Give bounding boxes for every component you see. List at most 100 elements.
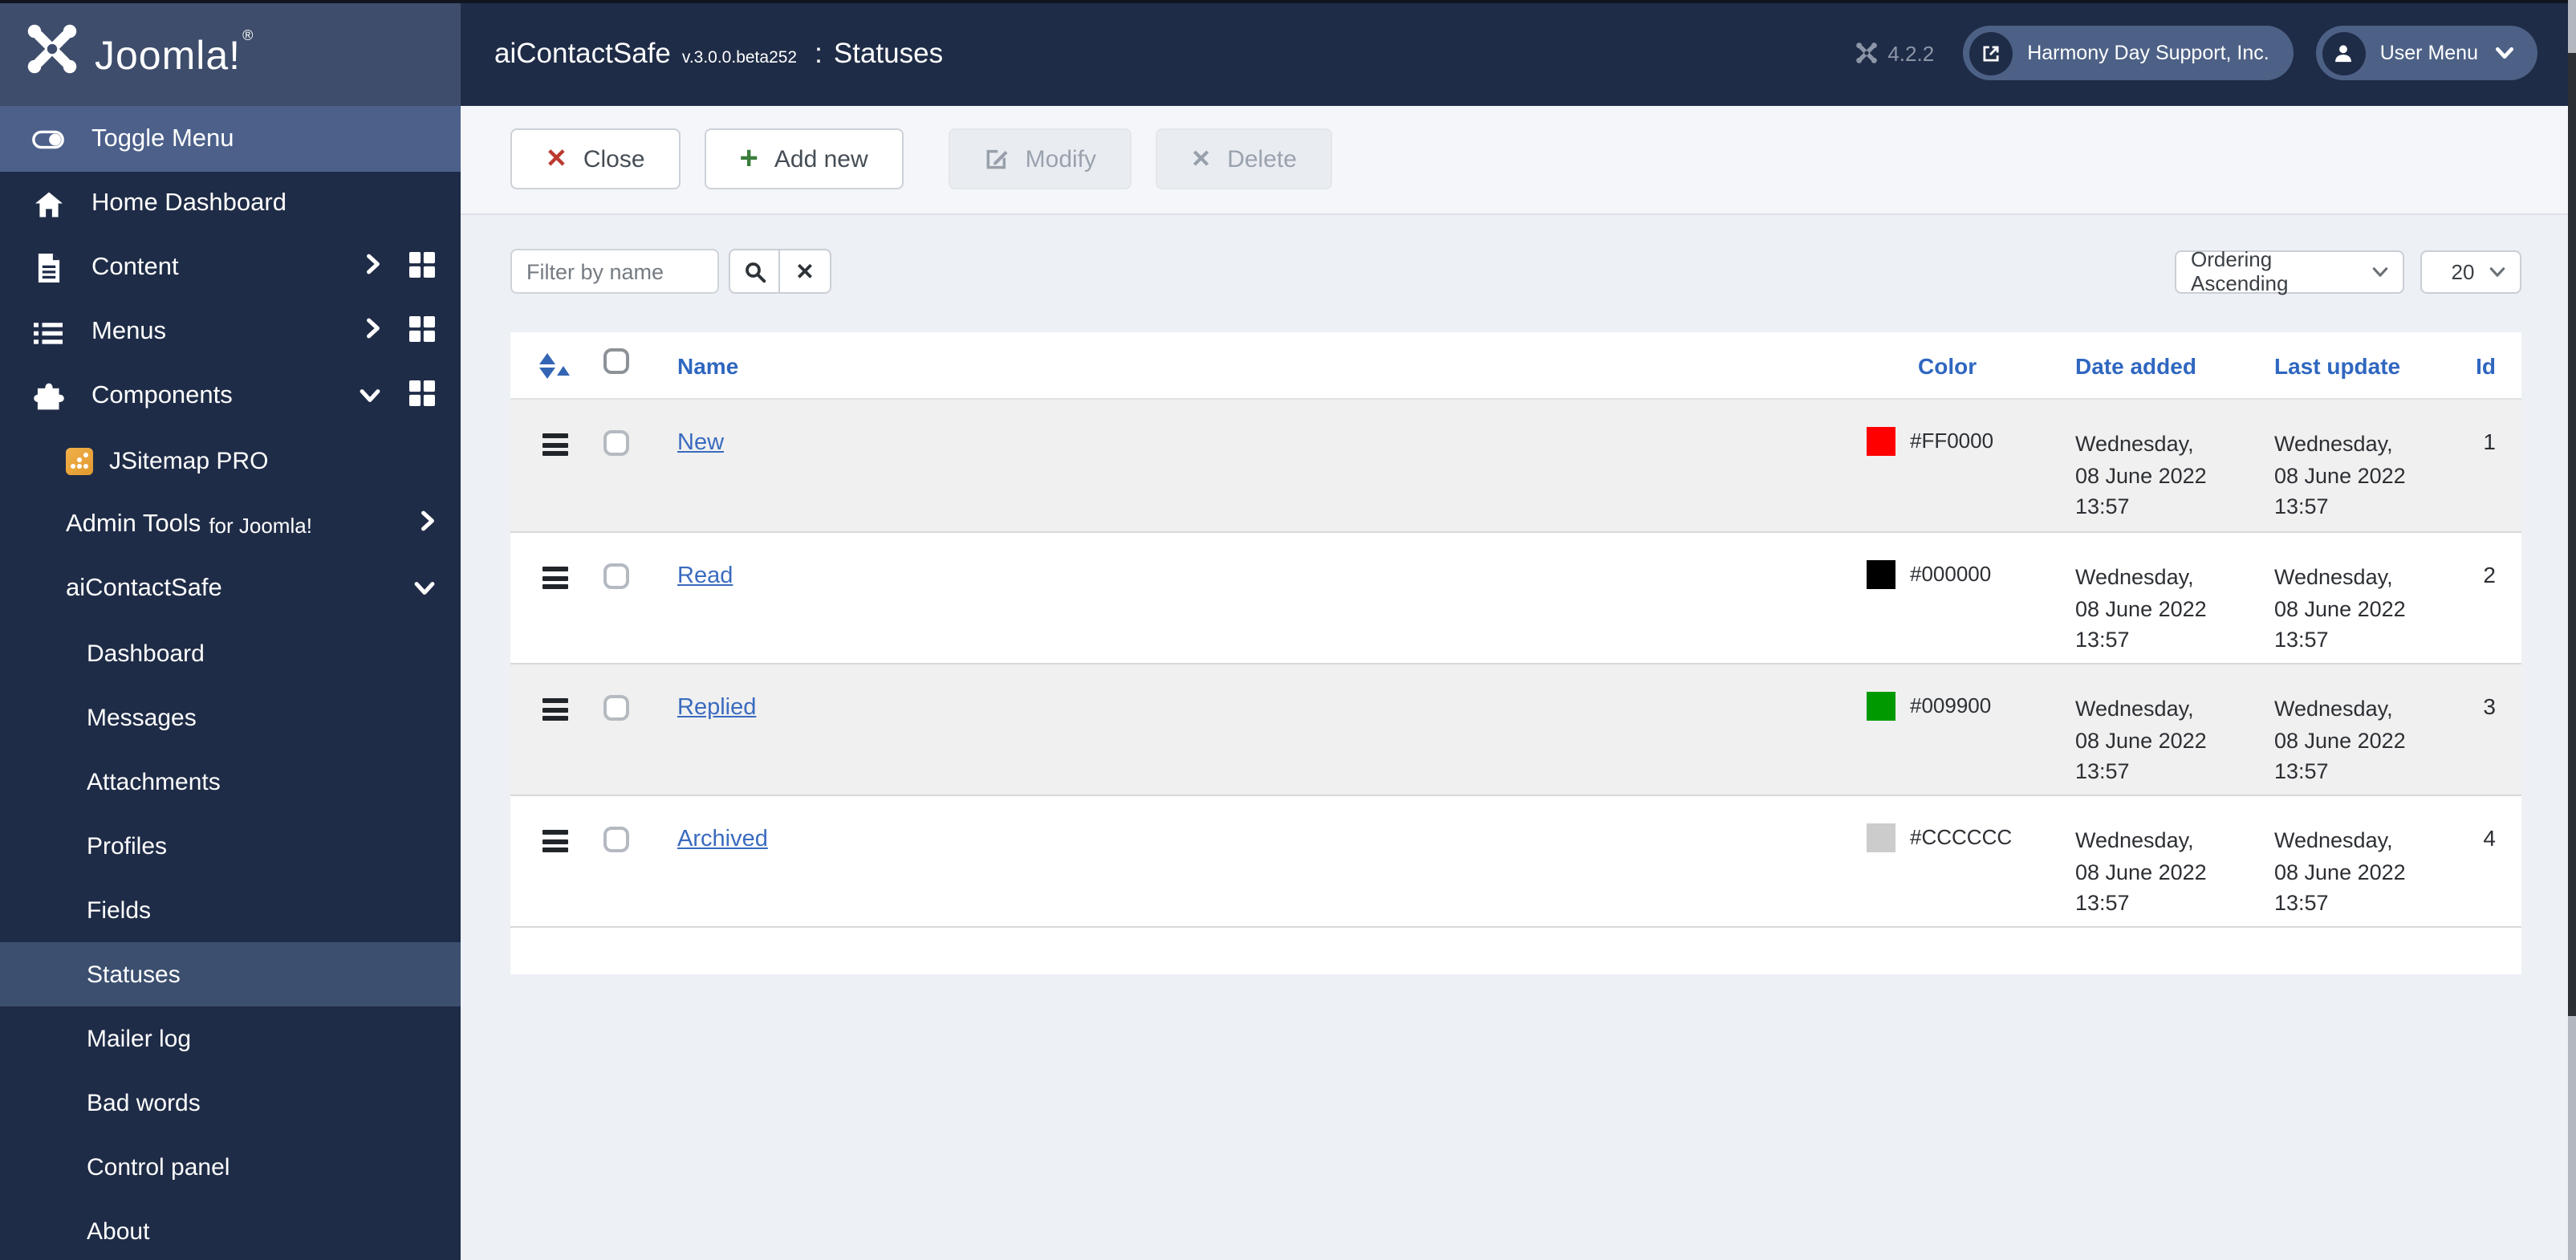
date-added-cell: Wednesday, 08 June 2022 13:57 bbox=[2075, 565, 2207, 652]
table-row: Read #000000 Wednesday, 08 June 2022 13:… bbox=[510, 531, 2521, 663]
color-swatch bbox=[1867, 823, 1895, 852]
chevron-down-icon bbox=[2372, 266, 2388, 276]
close-button[interactable]: ✕ Close bbox=[510, 128, 681, 189]
sidebar-item-content[interactable]: Content bbox=[0, 236, 461, 300]
id-cell: 2 bbox=[2483, 562, 2496, 587]
sidebar-item-aicontactsafe[interactable]: aiContactSafe bbox=[0, 557, 461, 621]
table-row: Archived #CCCCCC Wednesday, 08 June 2022… bbox=[510, 795, 2521, 926]
chevron-down-icon[interactable] bbox=[360, 382, 380, 411]
id-cell: 1 bbox=[2483, 429, 2496, 454]
puzzle-icon bbox=[32, 382, 64, 411]
column-header-id[interactable]: Id bbox=[2468, 352, 2521, 378]
color-hex: #009900 bbox=[1910, 693, 1992, 717]
drag-handle-icon[interactable] bbox=[542, 830, 568, 852]
joomla-logo-block[interactable]: Joomla! ® bbox=[0, 0, 461, 106]
column-header-date-added[interactable]: Date added bbox=[2067, 352, 2263, 378]
home-icon bbox=[32, 190, 64, 217]
row-checkbox[interactable] bbox=[603, 430, 629, 456]
select-all-checkbox[interactable] bbox=[603, 348, 629, 374]
chevron-down-icon bbox=[2489, 266, 2505, 276]
table-row: New #FF0000 Wednesday, 08 June 2022 13:5… bbox=[510, 400, 2521, 531]
edit-icon bbox=[984, 146, 1010, 172]
ordering-sort-icon[interactable] bbox=[539, 352, 575, 378]
sidebar-item-home-dashboard[interactable]: Home Dashboard bbox=[0, 172, 461, 236]
sidebar-item-fields[interactable]: Fields bbox=[0, 878, 461, 942]
table-header-row: Name Color Date added Last update Id bbox=[510, 332, 2521, 400]
clear-filter-button[interactable]: ✕ bbox=[780, 249, 831, 294]
sidebar-item-dashboard[interactable]: Dashboard bbox=[0, 621, 461, 685]
statuses-table: Name Color Date added Last update Id New… bbox=[510, 332, 2521, 974]
status-name-link[interactable]: New bbox=[677, 430, 724, 456]
last-update-cell: Wednesday, 08 June 2022 13:57 bbox=[2274, 432, 2406, 518]
delete-button[interactable]: ✕ Delete bbox=[1156, 128, 1332, 189]
color-swatch bbox=[1867, 692, 1895, 721]
sidebar-item-profiles[interactable]: Profiles bbox=[0, 814, 461, 878]
grid-icon[interactable] bbox=[409, 315, 435, 349]
color-swatch bbox=[1867, 427, 1895, 456]
sidebar-item-components[interactable]: Components bbox=[0, 364, 461, 429]
page-size-select[interactable]: 20 bbox=[2420, 250, 2521, 293]
date-added-cell: Wednesday, 08 June 2022 13:57 bbox=[2075, 697, 2207, 783]
search-icon bbox=[745, 262, 766, 282]
drag-handle-icon[interactable] bbox=[542, 567, 568, 589]
sidebar-item-attachments[interactable]: Attachments bbox=[0, 750, 461, 814]
date-added-cell: Wednesday, 08 June 2022 13:57 bbox=[2075, 828, 2207, 915]
chevron-down-icon[interactable] bbox=[414, 575, 435, 604]
toolbar: ✕ Close + Add new Modify ✕ Delete bbox=[461, 106, 2576, 215]
sidebar-item-menus[interactable]: Menus bbox=[0, 300, 461, 364]
filter-by-name-input[interactable] bbox=[510, 249, 719, 294]
modify-button[interactable]: Modify bbox=[948, 128, 1132, 189]
status-name-link[interactable]: Read bbox=[677, 563, 733, 589]
scrollbar-thumb[interactable] bbox=[2568, 53, 2576, 1016]
chevron-right-icon[interactable] bbox=[421, 510, 435, 539]
filter-bar: ✕ Ordering Ascending 20 bbox=[510, 247, 2521, 295]
chevron-right-icon[interactable] bbox=[366, 254, 380, 282]
sidebar-item-jsitemap-pro[interactable]: JSitemap PRO bbox=[0, 429, 461, 493]
site-preview-button[interactable]: Harmony Day Support, Inc. bbox=[1963, 26, 2294, 80]
sidebar-item-admin-tools[interactable]: Admin Tools for Joomla! bbox=[0, 493, 461, 557]
document-icon bbox=[32, 254, 64, 282]
add-new-button[interactable]: + Add new bbox=[704, 128, 904, 189]
row-checkbox[interactable] bbox=[603, 695, 629, 721]
joomla-admin-app: Joomla! ® Toggle Menu Home Dashboard Con… bbox=[0, 0, 2576, 1260]
color-hex: #FF0000 bbox=[1910, 429, 1994, 453]
joomla-logo-icon bbox=[26, 22, 79, 83]
page-title: aiContactSafe v.3.0.0.beta252 : Statuses bbox=[494, 36, 944, 68]
topbar: aiContactSafe v.3.0.0.beta252 : Statuses… bbox=[461, 0, 2576, 106]
top-edge-divider bbox=[0, 0, 2576, 3]
sidebar-item-mailer-log[interactable]: Mailer log bbox=[0, 1006, 461, 1071]
column-header-last-update[interactable]: Last update bbox=[2263, 352, 2468, 378]
toggle-menu-icon bbox=[32, 126, 64, 152]
user-icon bbox=[2322, 31, 2366, 75]
list-icon bbox=[32, 320, 64, 344]
sidebar-nav: Home Dashboard Content Menus Components … bbox=[0, 172, 461, 1260]
sidebar-item-about[interactable]: About bbox=[0, 1199, 461, 1260]
user-menu-button[interactable]: User Menu bbox=[2315, 26, 2537, 80]
sidebar-item-control-panel[interactable]: Control panel bbox=[0, 1135, 461, 1199]
drag-handle-icon[interactable] bbox=[542, 433, 568, 456]
row-checkbox[interactable] bbox=[603, 563, 629, 589]
column-header-color[interactable]: Color bbox=[1867, 352, 2067, 378]
grid-icon[interactable] bbox=[409, 251, 435, 285]
sidebar-item-bad-words[interactable]: Bad words bbox=[0, 1071, 461, 1135]
last-update-cell: Wednesday, 08 June 2022 13:57 bbox=[2274, 565, 2406, 652]
drag-handle-icon[interactable] bbox=[542, 698, 568, 721]
page-scrollbar[interactable] bbox=[2568, 0, 2576, 1260]
row-checkbox[interactable] bbox=[603, 827, 629, 852]
chevron-right-icon[interactable] bbox=[366, 318, 380, 347]
sidebar-item-label: Toggle Menu bbox=[91, 124, 234, 152]
sidebar: Joomla! ® Toggle Menu Home Dashboard Con… bbox=[0, 0, 461, 1260]
sidebar-item-statuses[interactable]: Statuses bbox=[0, 942, 461, 1006]
status-name-link[interactable]: Replied bbox=[677, 695, 756, 721]
sidebar-item-toggle-menu[interactable]: Toggle Menu bbox=[0, 106, 461, 172]
column-header-name[interactable]: Name bbox=[648, 352, 1867, 378]
grid-icon[interactable] bbox=[409, 380, 435, 413]
close-x-icon: ✕ bbox=[546, 146, 567, 173]
color-hex: #000000 bbox=[1910, 562, 1992, 586]
jsitemap-icon bbox=[66, 447, 93, 474]
delete-x-icon: ✕ bbox=[1191, 146, 1212, 173]
sidebar-item-messages[interactable]: Messages bbox=[0, 685, 461, 750]
search-button[interactable] bbox=[729, 249, 780, 294]
ordering-select[interactable]: Ordering Ascending bbox=[2175, 247, 2404, 295]
status-name-link[interactable]: Archived bbox=[677, 827, 768, 852]
